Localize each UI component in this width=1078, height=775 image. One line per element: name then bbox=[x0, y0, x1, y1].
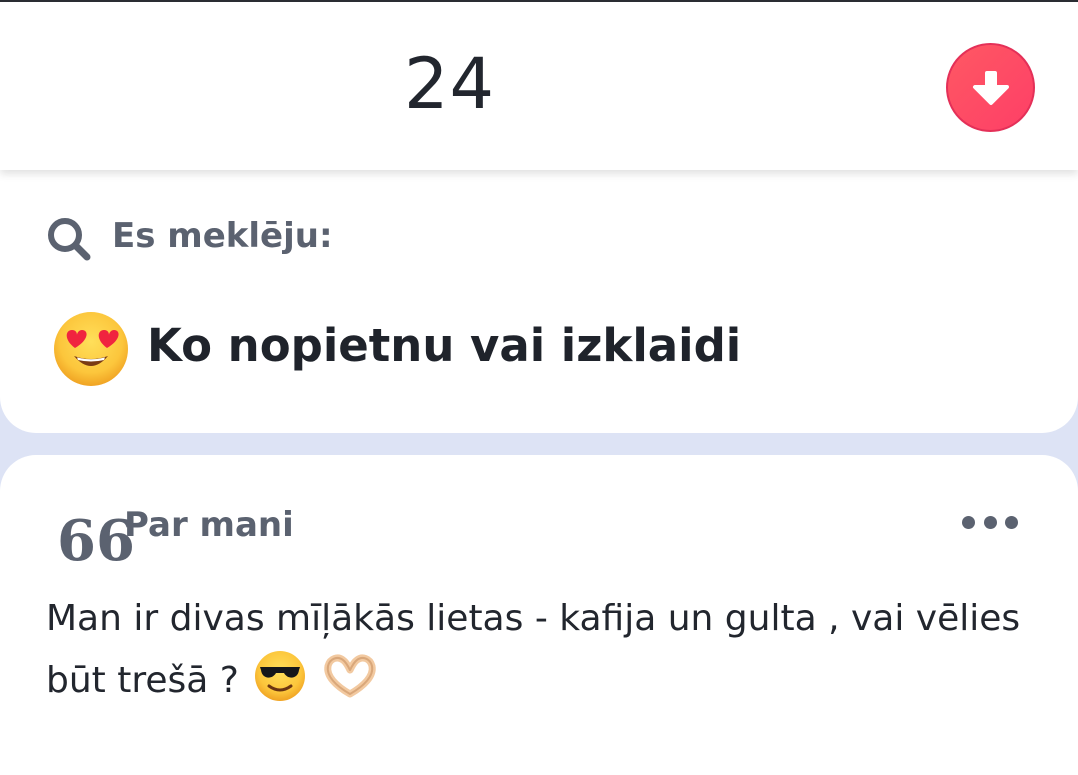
seeking-title: Es meklēju: bbox=[112, 216, 333, 256]
more-options-button[interactable] bbox=[962, 507, 1018, 537]
heart-hands-emoji bbox=[324, 654, 376, 698]
seeking-value: Ko nopietnu vai izklaidi bbox=[147, 319, 742, 372]
arrow-down-icon bbox=[972, 70, 1009, 105]
age-label: 24 bbox=[404, 43, 496, 125]
search-icon bbox=[48, 218, 91, 261]
heart-eyes-emoji bbox=[54, 312, 128, 386]
scroll-down-button[interactable] bbox=[946, 43, 1035, 132]
about-text: Man ir divas mīļākās lietas - kafija un … bbox=[46, 598, 1021, 701]
more-dots-icon bbox=[962, 515, 975, 529]
about-card: 66 Par mani Man ir divas mīļākās lietas … bbox=[0, 455, 1078, 775]
profile-header: 24 bbox=[0, 0, 1078, 170]
more-dots-icon bbox=[983, 515, 997, 529]
sunglasses-emoji bbox=[255, 651, 306, 701]
about-text-block: Man ir divas mīļākās lietas - kafija un … bbox=[46, 588, 1036, 712]
seeking-card: Es meklēju: Ko nopietnu vai izklaidi bbox=[0, 160, 1078, 433]
about-title: Par mani bbox=[124, 505, 294, 545]
more-dots-icon bbox=[1005, 515, 1018, 529]
